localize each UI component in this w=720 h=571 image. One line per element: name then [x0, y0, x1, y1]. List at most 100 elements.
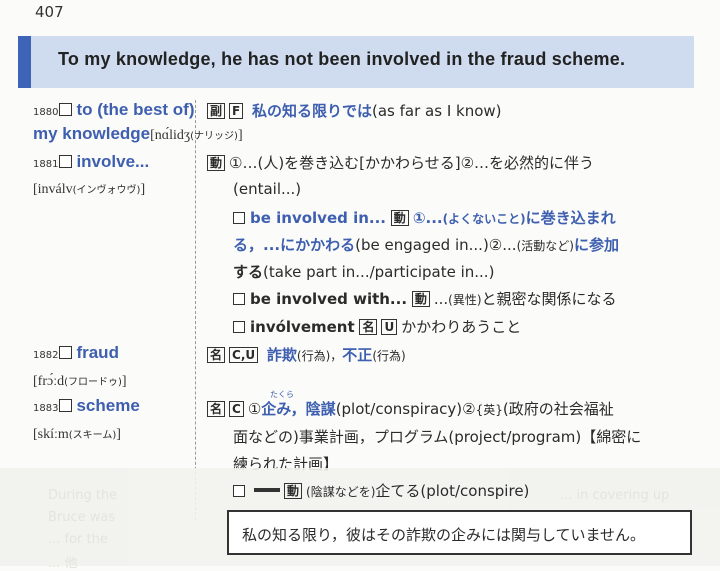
sub-def: かかわりあうこと — [401, 318, 522, 336]
sub-def-b: (異性) — [448, 293, 482, 307]
entry-1880-definition: 副F 私の知る限りでは(as far as I know) — [207, 100, 502, 121]
pos-tag: 副 — [207, 103, 226, 119]
definition-a: 詐欺 — [266, 346, 297, 364]
sub-def-f: (活動など) — [516, 239, 574, 253]
definition-gloss: (as far as I know) — [372, 102, 502, 120]
entry-1883-sub1: 動 (陰謀などを)企てる(plot/conspire) — [233, 480, 529, 501]
pos-tag: 名 — [359, 319, 378, 335]
faded-text: ... 他 — [48, 556, 78, 571]
entry-1881-sub2: be involved with... 動 ...(異性)と親密な関係になる — [233, 288, 617, 309]
pronunciation-end: ] — [121, 374, 127, 389]
headword: to (the best of) — [76, 100, 195, 119]
sub-def-b: (よくないこと) — [442, 212, 526, 226]
definition-b: (行為)， — [296, 349, 343, 363]
headword: involve... — [76, 152, 150, 171]
faded-text: Bruce was — [48, 510, 116, 525]
pronunciation-kana: (フロードゥ) — [64, 377, 122, 388]
sub-def-b: 企てる(plot/conspire) — [375, 482, 530, 500]
entry-1881-pronunciation: [inválv(インヴォウヴ)] — [33, 178, 145, 198]
entry-1881-sub3: invólvement 名 U かかわりあうこと — [233, 316, 521, 337]
entry-1882-definition: 名 C,U 詐欺(行為)，不正(行為) — [207, 344, 406, 365]
definition-a: ① — [247, 400, 262, 418]
checkbox-icon[interactable] — [233, 293, 245, 305]
pos-tag: 名 — [207, 347, 226, 363]
checkbox-icon[interactable] — [59, 399, 73, 412]
entry-number: 1880 — [33, 107, 59, 118]
entry-1881-def-line2: (entail...) — [233, 180, 302, 198]
sub-def-c: と親密な関係になる — [481, 290, 617, 308]
definition-c: (plot/conspiracy)② — [335, 400, 476, 418]
entry-1881-headword: 1881 involve... — [33, 152, 149, 172]
countability-tag: C — [229, 401, 244, 417]
pronunciation-end: ] — [140, 182, 146, 197]
checkbox-icon[interactable] — [233, 485, 245, 497]
sub-def-g: に参加 — [573, 236, 619, 254]
pronunciation: [frɔ́ːd — [33, 374, 65, 389]
entry-1881-def-line4: る，...にかかわる(be engaged in...)②...(活動など)に参… — [233, 234, 619, 255]
headword-cont: my knowledge — [33, 124, 151, 143]
definition-d: (行為) — [372, 349, 406, 363]
pronunciation: [inválv — [33, 182, 73, 197]
entry-1881-sub1: be involved in... 動 ①...(よくないこと)に巻き込まれ — [233, 207, 616, 228]
sub-def-i: (take part in.../participate in...) — [263, 263, 495, 281]
countability-tag: U — [381, 319, 398, 335]
faded-text: ... in covering up — [560, 488, 670, 503]
definition-e: (政府の社会福祉 — [502, 400, 614, 418]
entry-1881-def-line5: する(take part in.../participate in...) — [233, 261, 494, 282]
pronunciation-kana: (インヴォウヴ) — [72, 185, 141, 196]
entry-1880-headword-line2: my knowledge[nɑ́lidʒ(ナリッジ)] — [33, 124, 243, 144]
entry-1882-pronunciation: [frɔ́ːd(フロードゥ)] — [33, 370, 127, 390]
checkbox-icon[interactable] — [59, 346, 73, 359]
sub-def-d: る，...にかかわる — [233, 236, 356, 254]
sub-def-a: (陰謀などを) — [306, 485, 376, 499]
checkbox-icon[interactable] — [233, 212, 245, 224]
example-sentence-banner: To my knowledge, he has not been involve… — [18, 36, 694, 88]
headword-dash — [254, 488, 280, 492]
column-divider — [195, 100, 196, 520]
pos-tag: 動 — [411, 291, 430, 307]
sub-def-a: ①... — [412, 209, 443, 227]
definition-d: {英} — [475, 403, 503, 417]
pronunciation-kana: (スキーム) — [68, 430, 117, 441]
pronunciation: [skíːm — [33, 427, 69, 442]
sub-headword: invólvement — [250, 318, 355, 336]
definition-main: 私の知る限りでは — [252, 102, 373, 120]
entry-1882-headword: 1882 fraud — [33, 343, 119, 363]
pronunciation-kana: (ナリッジ) — [190, 131, 238, 142]
pos-tag: 名 — [207, 401, 226, 417]
entry-1883-def-line1: 名 C ①企み，陰謀(plot/conspiracy)②{英}(政府の社会福祉 — [207, 398, 614, 419]
pronunciation-end: ] — [116, 427, 121, 442]
headword: fraud — [76, 343, 119, 362]
entry-number: 1882 — [33, 350, 59, 361]
definition-text: ①…(人)を巻き込む[かかわらせる]②…を必然的に伴う — [229, 154, 595, 172]
page-number: 407 — [35, 3, 64, 21]
checkbox-icon[interactable] — [59, 155, 73, 168]
pos-tag: 動 — [207, 155, 226, 171]
entry-1883-pronunciation: [skíːm(スキーム)] — [33, 423, 121, 443]
banner-accent-bar — [18, 36, 31, 88]
pronunciation: [nɑ́lidʒ — [150, 128, 191, 143]
definition-b: 企み，陰謀 — [261, 400, 336, 418]
register-tag: F — [229, 103, 244, 119]
translation-box: 私の知る限り，彼はその詐欺の企みには関与していません。 — [227, 510, 692, 555]
countability-tag: C,U — [229, 347, 259, 363]
pos-tag: 動 — [390, 210, 409, 226]
pos-tag: 動 — [284, 483, 303, 499]
example-sentence: To my knowledge, he has not been involve… — [58, 49, 626, 69]
sub-headword: be involved with... — [250, 290, 408, 308]
entry-1880-headword: 1880 to (the best of) — [33, 100, 195, 120]
sub-headword: be involved in... — [250, 209, 387, 227]
entry-1883-headword: 1883 scheme — [33, 396, 140, 416]
faded-text: During the — [48, 488, 118, 503]
sub-def-a: ... — [433, 290, 449, 308]
checkbox-icon[interactable] — [59, 103, 73, 116]
headword: scheme — [76, 396, 140, 415]
sub-def-e: (be engaged in...)②... — [355, 236, 517, 254]
sub-def-h: する — [233, 263, 264, 281]
faded-text: ... for the — [48, 532, 108, 547]
checkbox-icon[interactable] — [233, 321, 245, 333]
entry-number: 1881 — [33, 159, 59, 170]
entry-1881-def-line1: 動 ①…(人)を巻き込む[かかわらせる]②…を必然的に伴う — [207, 152, 594, 173]
entry-1883-def-line2: 面などの)事業計画，プログラム(project/program)【綿密に — [233, 428, 642, 446]
definition-c: 不正 — [342, 346, 373, 364]
